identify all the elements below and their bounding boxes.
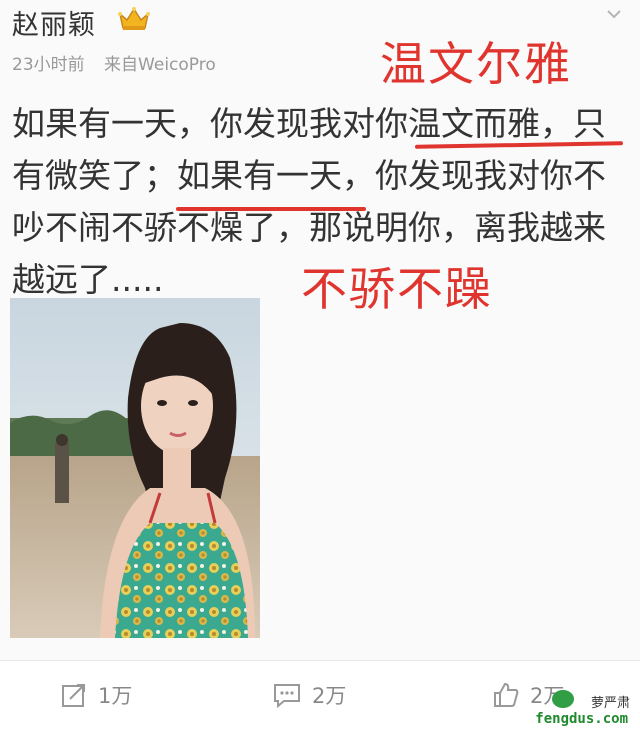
comment-button[interactable]: 2万 xyxy=(272,677,346,713)
comment-icon xyxy=(274,684,300,709)
post-photo[interactable] xyxy=(10,298,260,638)
wechat-logo-icon xyxy=(552,690,574,708)
comment-count: 2万 xyxy=(312,684,347,708)
username[interactable]: 赵丽颖 xyxy=(12,3,96,42)
post-source[interactable]: 来自WeicoPro xyxy=(104,55,216,75)
repost-button[interactable]: 1万 xyxy=(60,677,132,713)
annotation-handwritten-1: 温文尔雅 xyxy=(380,37,572,91)
watermark-url: fengdus.com xyxy=(535,711,628,727)
chevron-down-icon[interactable] xyxy=(606,8,622,20)
thumbs-up-icon xyxy=(494,682,519,707)
weibo-post: 赵丽颖 23小时前 来自WeicoPro 温文尔雅 如果有一天，你发现我对你温文… xyxy=(0,0,640,660)
post-time: 23小时前 xyxy=(12,55,85,75)
repost-icon xyxy=(62,684,85,707)
annotation-handwritten-2: 不骄不躁 xyxy=(301,262,493,316)
watermark-name: 萝严肃 xyxy=(590,696,630,711)
annotation-underline-2 xyxy=(176,207,366,211)
crown-icon xyxy=(118,7,150,30)
post-meta: 23小时前 来自WeicoPro xyxy=(12,50,230,75)
repost-count: 1万 xyxy=(98,684,133,708)
